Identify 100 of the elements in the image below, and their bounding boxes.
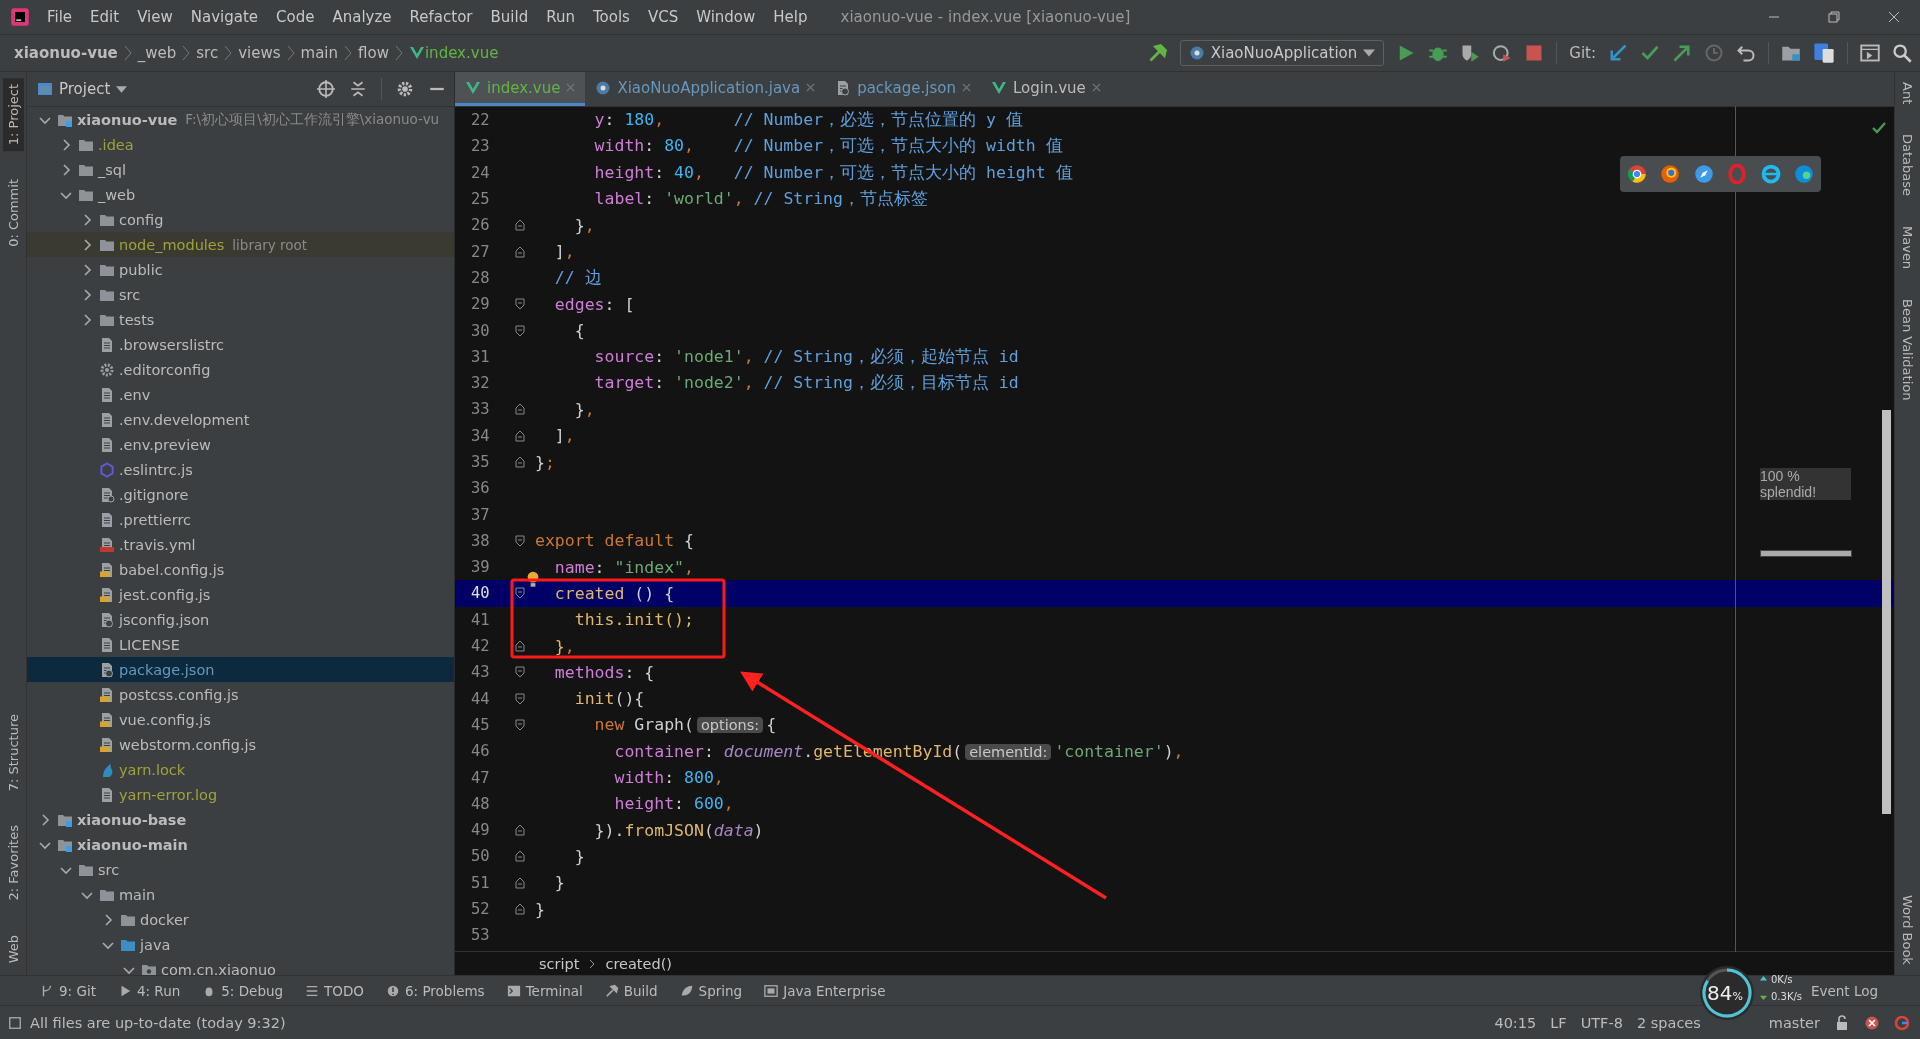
menu-item[interactable]: Help xyxy=(764,4,817,30)
collapse-all-icon[interactable] xyxy=(349,80,367,98)
encoding[interactable]: UTF-8 xyxy=(1580,1014,1623,1031)
tree-item-label[interactable]: package.json xyxy=(119,661,215,678)
tree-item-label[interactable]: tests xyxy=(119,311,155,328)
tool-window-button[interactable]: Spring xyxy=(679,982,743,999)
menu-item[interactable]: Run xyxy=(537,4,584,30)
tree-row[interactable]: yarn.lock xyxy=(27,757,454,782)
breadcrumb-item[interactable]: src xyxy=(196,44,219,62)
menu-item[interactable]: VCS xyxy=(638,4,688,30)
tool-window-tab[interactable]: Maven xyxy=(1897,222,1918,274)
tree-item-label[interactable]: vue.config.js xyxy=(119,711,211,728)
fold-icon[interactable] xyxy=(515,429,525,442)
tool-window-button[interactable]: 5: Debug xyxy=(202,982,284,999)
tree-row[interactable]: .gitignore xyxy=(27,482,454,507)
tree-row[interactable]: jsconfig.json xyxy=(27,607,454,632)
tool-window-button[interactable]: 6: Problems xyxy=(386,982,485,999)
fold-icon[interactable] xyxy=(515,718,525,731)
tree-item-label[interactable]: src xyxy=(98,861,120,878)
tree-row[interactable]: java xyxy=(27,932,454,957)
tree-row[interactable]: xiaonuo-base xyxy=(27,807,454,832)
tree-item-label[interactable]: .idea xyxy=(98,136,134,153)
breadcrumb-item[interactable]: flow xyxy=(358,44,389,62)
browser-icon[interactable] xyxy=(1626,164,1647,184)
tree-item-label[interactable]: _sql xyxy=(98,161,127,178)
tree-row[interactable]: xiaonuo-vue F:\初心项目\初心工作流引擎\xiaonuo-vu xyxy=(27,107,454,132)
tree-row[interactable]: .idea xyxy=(27,132,454,157)
translate-icon[interactable] xyxy=(1813,42,1835,64)
menu-item[interactable]: File xyxy=(38,4,82,30)
tree-item-label[interactable]: .prettierrc xyxy=(119,511,192,528)
fold-icon[interactable] xyxy=(515,456,525,468)
editor-tab[interactable]: Login.vue xyxy=(980,72,1111,106)
tree-row[interactable]: .env.preview xyxy=(27,432,454,457)
tree-item-label[interactable]: main xyxy=(119,886,156,903)
cursor-position[interactable]: 40:15 xyxy=(1494,1014,1537,1031)
lock-icon[interactable] xyxy=(1834,1014,1850,1031)
crosshair-icon[interactable] xyxy=(317,80,335,98)
tree-item-label[interactable]: jest.config.js xyxy=(119,586,211,603)
tool-window-tab[interactable]: 7: Structure xyxy=(2,707,24,798)
menu-item[interactable]: Code xyxy=(267,4,324,30)
tool-window-tab[interactable]: Word Book xyxy=(1897,891,1918,969)
tree-row[interactable]: config xyxy=(27,207,454,232)
browser-icon[interactable] xyxy=(1660,164,1681,184)
tree-item-label[interactable]: com.cn.xiaonuo xyxy=(161,961,276,975)
breadcrumb-item[interactable]: script xyxy=(539,955,580,972)
tree-row[interactable]: .env xyxy=(27,382,454,407)
close-icon[interactable] xyxy=(1886,9,1902,25)
tool-window-button[interactable]: TODO xyxy=(305,982,364,999)
hammer-icon[interactable] xyxy=(1147,43,1168,63)
tool-window-tab[interactable]: Ant xyxy=(1897,78,1918,109)
fold-icon[interactable] xyxy=(515,666,525,679)
tree-item-label[interactable]: docker xyxy=(140,911,189,928)
tree-item-label[interactable]: .env.development xyxy=(119,411,250,428)
tree-item-label[interactable]: .gitignore xyxy=(119,486,189,503)
status-square-icon[interactable] xyxy=(8,1015,22,1030)
tree-item-label[interactable]: webstorm.config.js xyxy=(119,736,257,753)
tree-item-label[interactable]: .env xyxy=(119,386,151,403)
git-branch[interactable]: master xyxy=(1768,1014,1820,1031)
menu-item[interactable]: View xyxy=(128,4,182,30)
tree-row[interactable]: LICENSE xyxy=(27,632,454,657)
tool-window-button[interactable]: 4: Run xyxy=(117,982,181,999)
menu-item[interactable]: Edit xyxy=(81,4,129,30)
tree-row[interactable]: src xyxy=(27,857,454,882)
fold-icon[interactable] xyxy=(515,298,525,311)
tree-item-label[interactable]: .browserslistrc xyxy=(119,336,225,353)
menu-item[interactable]: Tools xyxy=(583,4,639,30)
fold-icon[interactable] xyxy=(515,903,525,916)
tree-item-label[interactable]: xiaonuo-base xyxy=(77,811,187,828)
undo-icon[interactable] xyxy=(1736,43,1756,63)
tool-window-tab[interactable]: 0: Commit xyxy=(2,173,24,254)
fold-icon[interactable] xyxy=(515,876,525,889)
tree-row[interactable]: _web xyxy=(27,182,454,207)
tree-item-label[interactable]: java xyxy=(140,936,171,953)
tree-item-label[interactable]: public xyxy=(119,261,163,278)
menu-item[interactable]: Analyze xyxy=(323,4,401,30)
browser-icon[interactable] xyxy=(1794,164,1815,184)
breadcrumb-item[interactable]: index.vue xyxy=(424,44,499,62)
stop-icon[interactable] xyxy=(1524,43,1545,63)
tree-item-label[interactable]: src xyxy=(119,286,141,303)
editor-tab[interactable]: package.json xyxy=(825,72,981,106)
g-icon[interactable] xyxy=(1894,1014,1910,1031)
tree-item-label[interactable]: _web xyxy=(98,186,136,203)
tree-row[interactable]: _sql xyxy=(27,157,454,182)
fold-icon[interactable] xyxy=(515,534,525,547)
tool-window-tab[interactable]: Web xyxy=(2,928,24,969)
run-configuration-dropdown[interactable]: XiaoNuoApplication xyxy=(1179,40,1385,66)
error-icon[interactable] xyxy=(1864,1014,1880,1031)
scrollbar-thumb[interactable] xyxy=(1882,410,1891,814)
tree-row[interactable]: src xyxy=(27,282,454,307)
tree-item-label[interactable]: .editorconfig xyxy=(119,361,211,378)
fold-icon[interactable] xyxy=(515,692,525,705)
search-icon[interactable] xyxy=(1892,43,1912,63)
compass-icon[interactable] xyxy=(1693,164,1714,184)
tree-row[interactable]: .prettierrc xyxy=(27,507,454,532)
indent-setting[interactable]: 2 spaces xyxy=(1636,1014,1701,1031)
breadcrumb-item[interactable]: _web xyxy=(137,44,177,62)
commit-check-icon[interactable] xyxy=(1640,43,1660,63)
shield-run-icon[interactable] xyxy=(1460,43,1481,63)
tree-item-label[interactable]: .travis.yml xyxy=(119,536,196,553)
update-arrow-icon[interactable] xyxy=(1608,43,1628,63)
